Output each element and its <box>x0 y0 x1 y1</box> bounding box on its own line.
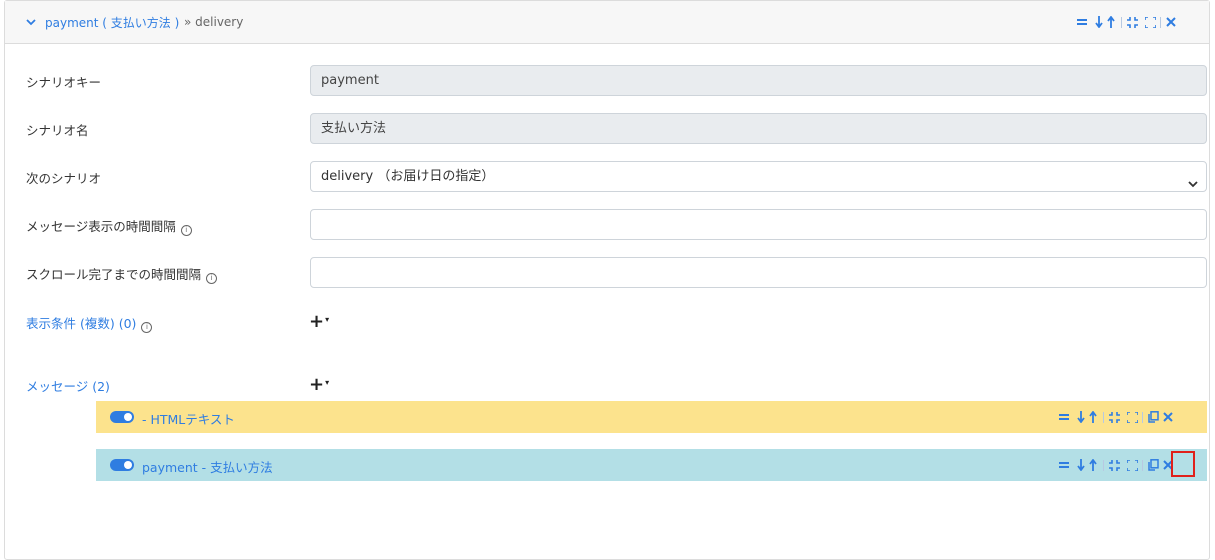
close-icon[interactable] <box>1165 14 1177 30</box>
plus-icon: + <box>309 374 325 395</box>
toolbar-divider <box>1121 16 1122 28</box>
equals-icon[interactable] <box>1058 457 1070 473</box>
arrow-up-icon[interactable] <box>1105 14 1117 30</box>
scroll-interval-label: スクロール完了までの時間間隔 i <box>26 264 218 284</box>
copy-icon[interactable] <box>1147 457 1159 473</box>
message-toolbar <box>1058 409 1174 425</box>
caret-down-icon: ▾ <box>325 315 330 324</box>
toolbar-divider <box>1160 16 1161 28</box>
add-message-button[interactable]: +▾ <box>309 374 329 394</box>
equals-icon[interactable] <box>1076 14 1088 30</box>
next-scenario-breadcrumb: » delivery <box>184 15 244 29</box>
collapse-icon[interactable] <box>1108 409 1120 425</box>
message-interval-input[interactable] <box>310 209 1207 240</box>
scroll-interval-label-text: スクロール完了までの時間間隔 <box>26 267 202 282</box>
info-icon[interactable]: i <box>180 225 192 236</box>
info-icon[interactable]: i <box>206 273 218 284</box>
scenario-key-label: シナリオキー <box>26 75 102 90</box>
message-enabled-toggle[interactable] <box>110 411 134 423</box>
panel-title[interactable]: payment ( 支払い方法 ) <box>45 14 179 31</box>
next-scenario-select[interactable]: delivery （お届け日の指定） <box>310 161 1207 192</box>
highlight-box <box>1171 451 1195 477</box>
scenario-key-field: payment <box>310 65 1207 96</box>
message-row[interactable]: - HTMLテキスト <box>96 401 1207 433</box>
collapse-icon[interactable] <box>1126 14 1138 30</box>
messages-label[interactable]: メッセージ (2) <box>26 376 110 395</box>
panel-header: payment ( 支払い方法 ) » delivery <box>5 1 1209 44</box>
toolbar-divider <box>1103 459 1104 471</box>
toolbar-divider <box>1103 411 1104 423</box>
collapse-icon[interactable] <box>1108 457 1120 473</box>
toolbar-divider <box>1142 459 1143 471</box>
scenario-panel: payment ( 支払い方法 ) » delivery シナリオキー paym… <box>4 0 1210 560</box>
toolbar-divider <box>1142 411 1143 423</box>
message-row[interactable]: payment - 支払い方法 <box>96 449 1207 481</box>
conditions-label-text[interactable]: 表示条件 (複数) (0) <box>26 316 136 331</box>
arrow-up-icon[interactable] <box>1087 409 1099 425</box>
scenario-name-label: シナリオ名 <box>26 123 89 138</box>
conditions-label[interactable]: 表示条件 (複数) (0) i <box>26 313 153 333</box>
next-scenario-label: 次のシナリオ <box>26 171 102 186</box>
expand-icon[interactable] <box>1126 409 1138 425</box>
arrow-down-icon[interactable] <box>1075 409 1087 425</box>
equals-icon[interactable] <box>1058 409 1070 425</box>
plus-icon: + <box>309 311 325 332</box>
message-label[interactable]: payment - 支払い方法 <box>142 457 273 476</box>
arrow-down-icon[interactable] <box>1093 14 1105 30</box>
next-scenario-value: delivery （お届け日の指定） <box>321 169 495 184</box>
message-interval-label-text: メッセージ表示の時間間隔 <box>26 219 176 234</box>
add-condition-button[interactable]: +▾ <box>309 311 329 331</box>
chevron-down-icon[interactable] <box>25 16 37 28</box>
message-enabled-toggle[interactable] <box>110 459 134 471</box>
arrow-up-icon[interactable] <box>1087 457 1099 473</box>
info-icon[interactable]: i <box>141 322 153 333</box>
chevron-down-icon <box>1188 171 1198 188</box>
expand-icon[interactable] <box>1126 457 1138 473</box>
arrow-down-icon[interactable] <box>1075 457 1087 473</box>
close-icon[interactable] <box>1162 409 1174 425</box>
scenario-name-field: 支払い方法 <box>310 113 1207 144</box>
header-toolbar <box>1076 14 1177 30</box>
message-interval-label: メッセージ表示の時間間隔 i <box>26 216 192 236</box>
caret-down-icon: ▾ <box>325 378 330 387</box>
copy-icon[interactable] <box>1147 409 1159 425</box>
expand-icon[interactable] <box>1144 14 1156 30</box>
message-toolbar <box>1058 457 1174 473</box>
scroll-interval-input[interactable] <box>310 257 1207 288</box>
message-label[interactable]: - HTMLテキスト <box>142 409 235 428</box>
